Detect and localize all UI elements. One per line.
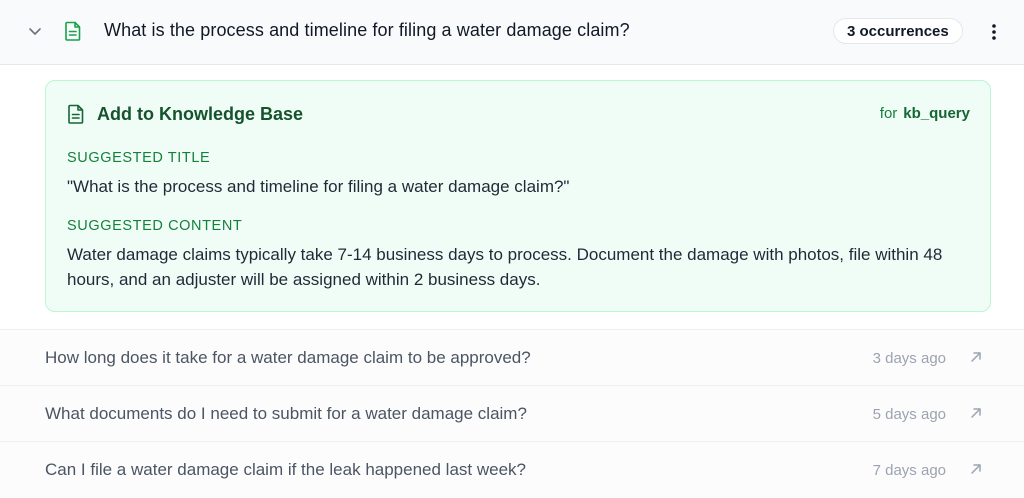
knowledge-base-suggestion-card: Add to Knowledge Base for kb_query SUGGES… bbox=[45, 80, 991, 312]
occurrence-row[interactable]: How long does it take for a water damage… bbox=[0, 329, 1024, 385]
kb-for-label: for bbox=[879, 105, 898, 122]
occurrences-badge: 3 occurrences bbox=[833, 18, 963, 44]
more-vertical-icon[interactable] bbox=[985, 22, 1003, 42]
occurrence-question: How long does it take for a water damage… bbox=[45, 348, 531, 367]
occurrence-time: 3 days ago bbox=[872, 350, 946, 367]
kb-target: for kb_query bbox=[880, 105, 970, 122]
suggested-title-label: SUGGESTED TITLE bbox=[67, 150, 211, 166]
external-link-icon[interactable] bbox=[969, 406, 983, 420]
external-link-icon[interactable] bbox=[969, 462, 983, 476]
occurrence-question: What documents do I need to submit for a… bbox=[45, 404, 527, 423]
add-to-knowledge-base-heading: Add to Knowledge Base bbox=[97, 104, 304, 124]
question-group-header[interactable]: What is the process and timeline for fil… bbox=[0, 0, 1024, 65]
occurrence-question: Can I file a water damage claim if the l… bbox=[45, 460, 526, 479]
external-link-icon[interactable] bbox=[969, 350, 983, 364]
occurrence-time: 5 days ago bbox=[872, 406, 946, 423]
occurrence-row[interactable]: What documents do I need to submit for a… bbox=[0, 385, 1024, 441]
chevron-down-icon[interactable] bbox=[26, 22, 44, 40]
occurrence-row[interactable]: Can I file a water damage claim if the l… bbox=[0, 441, 1024, 498]
question-title: What is the process and timeline for fil… bbox=[104, 20, 630, 40]
suggested-title-value: "What is the process and timeline for fi… bbox=[67, 177, 570, 196]
kb-target-name: kb_query bbox=[903, 105, 970, 122]
suggested-content-label: SUGGESTED CONTENT bbox=[67, 218, 243, 234]
document-icon bbox=[65, 21, 81, 41]
suggested-content-value: Water damage claims typically take 7-14 … bbox=[67, 245, 943, 289]
occurrence-time: 7 days ago bbox=[872, 462, 946, 479]
document-icon bbox=[68, 104, 84, 124]
